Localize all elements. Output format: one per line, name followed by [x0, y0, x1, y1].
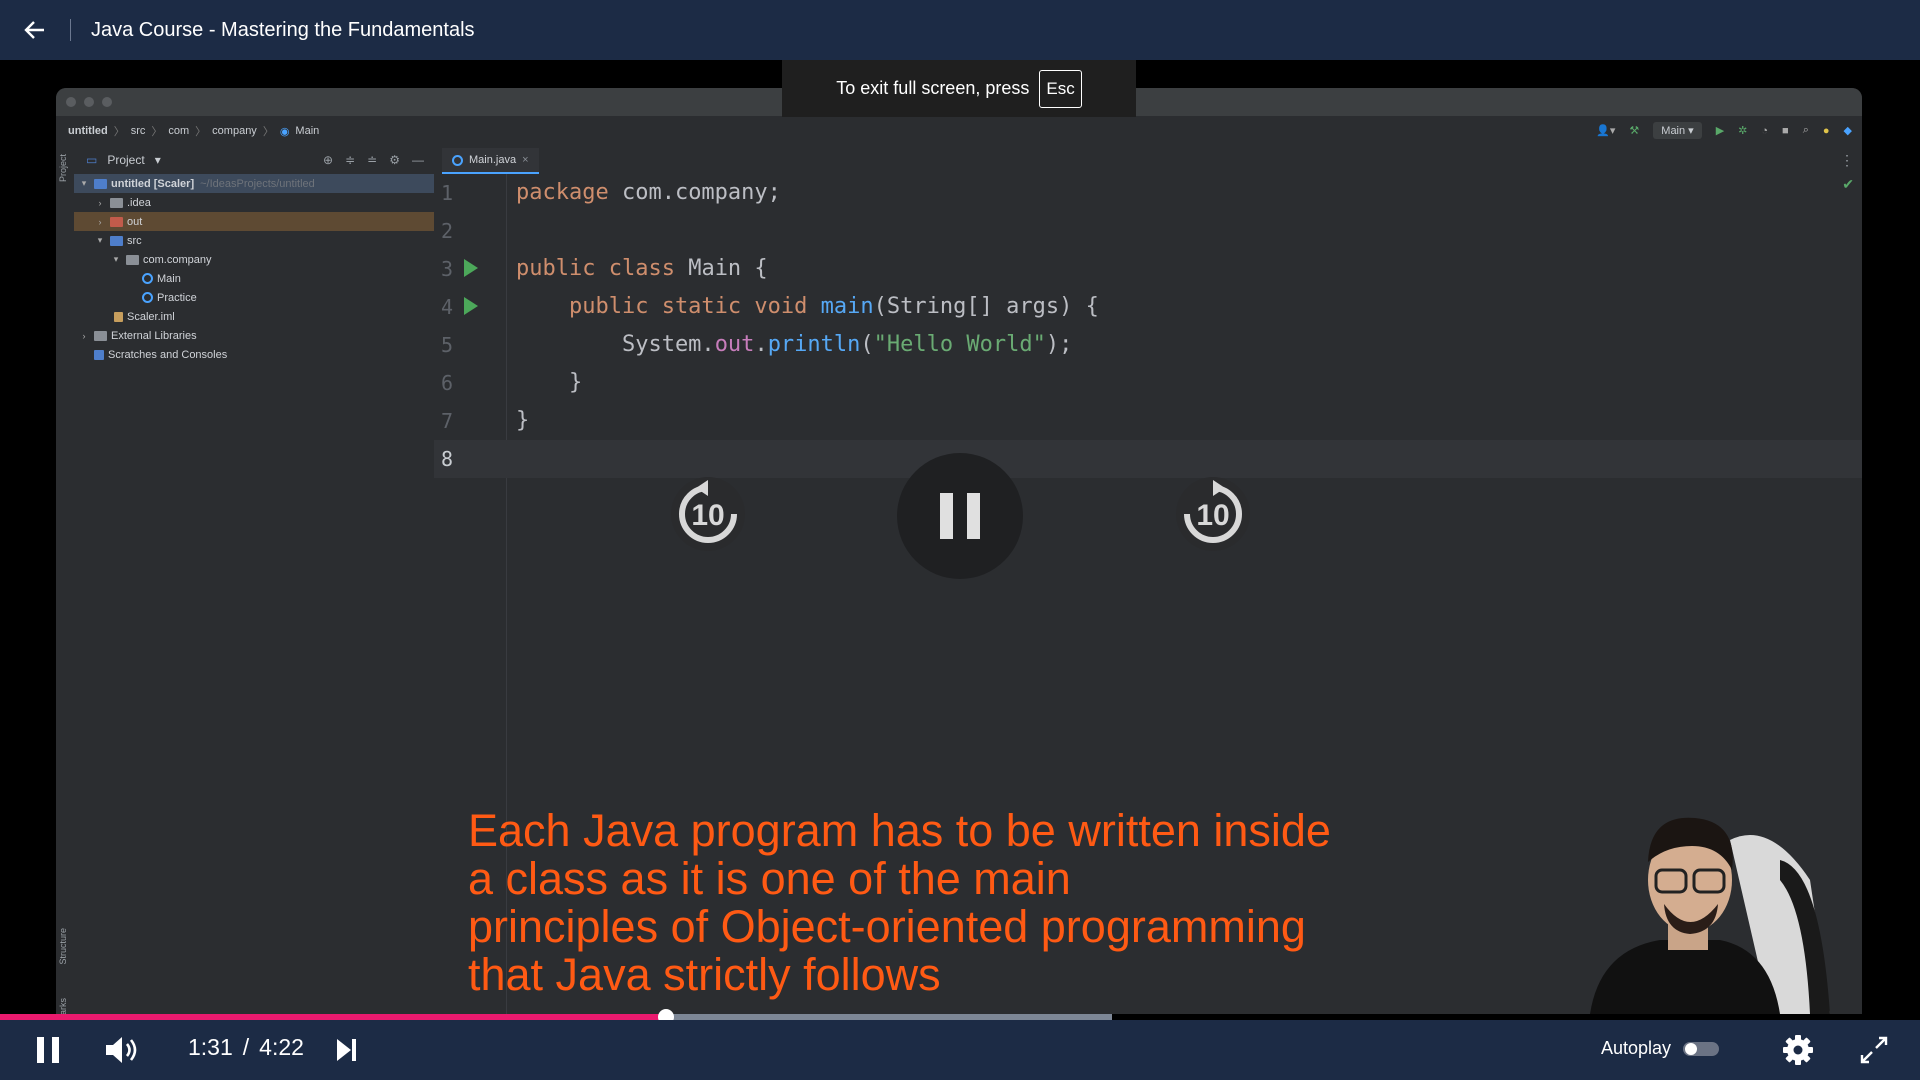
autoplay-label: Autoplay	[1601, 1038, 1672, 1058]
tree-row: › .idea	[98, 196, 151, 209]
breadcrumb: untitled 〉 src 〉 com 〉 company 〉 ◉ Main	[68, 125, 320, 138]
editor-tab: Main.java ×	[442, 148, 539, 174]
rewind-10-icon: 10	[671, 477, 745, 551]
tree-row: Scratches and Consoles	[74, 345, 434, 364]
tree-row: › out	[74, 212, 434, 231]
run-icon: ▶	[1715, 125, 1725, 137]
code-line: 5 System.out.println("Hello World");	[440, 332, 1073, 357]
hammer-icon: ⚒	[1629, 125, 1640, 137]
video-caption: Each Java program has to be written insi…	[468, 807, 1428, 999]
current-time: 1:31	[188, 1034, 233, 1060]
center-pause-button[interactable]	[897, 453, 1023, 579]
arrow-left-icon	[24, 21, 44, 39]
tree-row: ▾ src	[97, 234, 142, 247]
course-title: Java Course - Mastering the Fundamentals	[91, 18, 475, 41]
tool-window-strip: Project Structure Bookmarks	[56, 146, 75, 1014]
caption-line: a class as it is one of the main	[468, 853, 1071, 904]
breadcrumb-item: Main	[295, 125, 320, 137]
fullscreen-exit-notice: To exit full screen, press Esc	[782, 60, 1136, 117]
presenter-image	[1580, 800, 1860, 1014]
course-header: Java Course - Mastering the Fundamentals	[0, 0, 1920, 60]
video-frame[interactable]: untitled 〉 src 〉 com 〉 company 〉 ◉ Main 👤▾ ⚒…	[0, 60, 1920, 1014]
ide-toolbar: 👤▾ ⚒ Main ▾ ▶ ✲ ◔ ■ ⌕ ● ◆	[1596, 122, 1852, 139]
pause-icon	[37, 1037, 59, 1063]
seek-back-button[interactable]: 10	[670, 476, 746, 552]
code-line: 1 package com.company;	[440, 180, 781, 205]
volume-button[interactable]	[102, 1032, 142, 1068]
editor-tab-bar: Main.java × ⋮	[434, 146, 1862, 175]
player-controls: 1:31 / 4:22 Autoplay	[0, 1020, 1920, 1080]
volume-icon	[106, 1037, 137, 1063]
project-panel: ▭ Project ▾ ⊕ ≑ ≐ ⚙ — ▾ untitled [Scaler] ~/Ide…	[74, 146, 435, 1014]
tree-row: Scaler.iml	[74, 307, 434, 326]
time-separator: /	[242, 1034, 250, 1060]
breadcrumb-item: company	[212, 125, 257, 137]
run-config-select: Main ▾	[1653, 122, 1702, 139]
next-button[interactable]	[330, 1034, 362, 1066]
class-icon: ◉	[279, 125, 290, 138]
project-panel-title: Project	[107, 153, 145, 167]
code-line: 2	[440, 219, 454, 243]
run-gutter-icon	[464, 297, 478, 315]
exit-fullscreen-icon	[1860, 1036, 1888, 1064]
ide-navbar: untitled 〉 src 〉 com 〉 company 〉 ◉ Main 👤▾ ⚒…	[56, 116, 1862, 146]
seek-forward-button[interactable]: 10	[1175, 476, 1251, 552]
toggle-knob	[1685, 1043, 1697, 1055]
side-label-structure: Structure	[58, 928, 68, 965]
user-icon: 👤▾	[1596, 125, 1616, 137]
tree-row: ▾ com.company	[113, 253, 212, 266]
header-divider	[70, 19, 71, 41]
update-icon: ●	[1822, 124, 1830, 137]
tree-row: ▾ untitled [Scaler] ~/IdeasProjects/untitl…	[74, 174, 434, 193]
window-controls	[66, 97, 112, 107]
code-line: 7 }	[440, 408, 530, 433]
back-button[interactable]	[0, 0, 70, 60]
skip-next-icon	[337, 1039, 356, 1061]
svg-text:10: 10	[691, 499, 724, 532]
minimize-icon: —	[412, 153, 424, 167]
code-line: 3 public class Main {	[440, 256, 768, 281]
breadcrumb-item: com	[168, 125, 190, 137]
folder-icon: ▭	[86, 153, 98, 167]
breadcrumb-item: src	[130, 125, 146, 137]
search-icon: ⌕	[1802, 124, 1809, 136]
autoplay-toggle[interactable]	[1683, 1042, 1719, 1056]
esc-key-hint: Esc	[1039, 69, 1082, 108]
expand-icon: ≐	[367, 153, 378, 167]
more-options-icon: ⋮	[1840, 152, 1854, 168]
duration: 4:22	[259, 1034, 304, 1060]
side-label-project: Project	[58, 154, 68, 183]
panel-actions: ⊕ ≑ ≐ ⚙ —	[323, 153, 424, 167]
forward-10-icon: 10	[1176, 477, 1250, 551]
coverage-icon: ◔	[1761, 124, 1769, 137]
tree-row: Practice	[74, 288, 434, 307]
code-line: 4 public static void main(String[] args)…	[440, 294, 1099, 319]
pause-icon	[940, 493, 980, 539]
run-gutter-icon	[464, 259, 478, 277]
stop-icon: ■	[1782, 124, 1789, 137]
svg-text:10: 10	[1196, 499, 1229, 532]
fullscreen-button[interactable]	[1856, 1032, 1892, 1068]
time-display: 1:31 / 4:22	[188, 1034, 304, 1061]
side-label-bookmarks: Bookmarks	[58, 998, 68, 1014]
tree-row: › External Libraries	[82, 329, 197, 342]
code-line: 6 }	[440, 370, 583, 395]
caption-line: Each Java program has to be written insi…	[468, 805, 1331, 856]
play-pause-button[interactable]	[28, 1032, 68, 1068]
presenter-webcam	[1580, 800, 1860, 1014]
code-line: 8	[434, 440, 1862, 478]
target-icon: ⊕	[323, 153, 334, 167]
gear-icon: ⚙	[389, 153, 400, 167]
breadcrumb-item: untitled	[68, 125, 108, 137]
caption-line: principles of Object-oriented programmin…	[468, 901, 1306, 952]
ide-logo-icon: ◆	[1843, 125, 1852, 137]
gear-icon	[1783, 1035, 1813, 1065]
collapse-icon: ≑	[345, 153, 356, 167]
project-panel-header: ▭ Project ▾ ⊕ ≑ ≐ ⚙ —	[86, 153, 424, 167]
debug-icon: ✲	[1738, 125, 1748, 137]
caption-line: that Java strictly follows	[468, 949, 941, 1000]
tree-row: Main	[74, 269, 434, 288]
close-icon: ×	[522, 154, 529, 166]
settings-button[interactable]	[1780, 1032, 1816, 1068]
